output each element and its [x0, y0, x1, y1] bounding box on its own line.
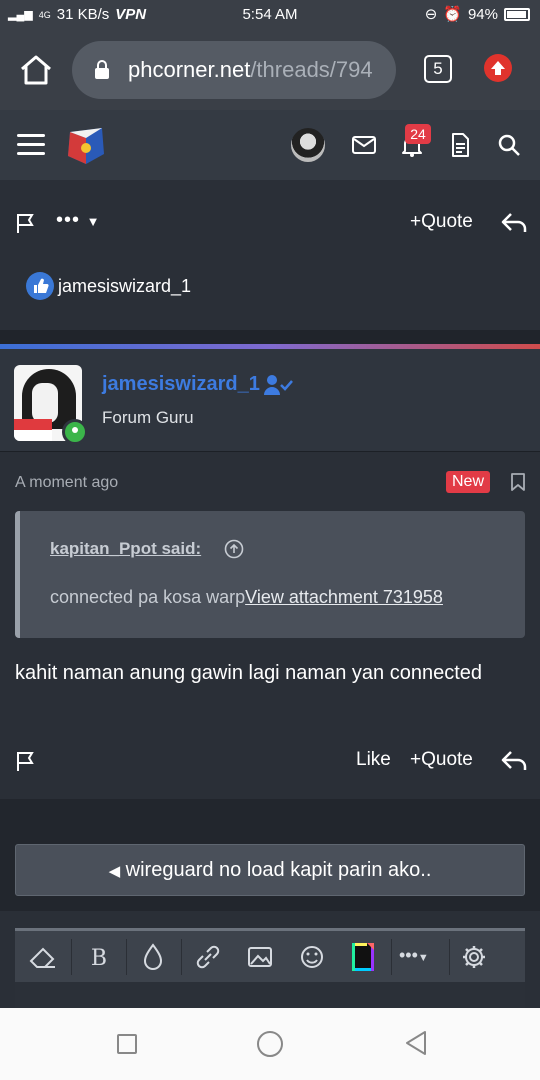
previous-post: ••• ▼ +Quote jamesiswizard_1: [0, 180, 540, 330]
menu-icon[interactable]: [17, 134, 45, 156]
quote-label: Quote: [421, 749, 473, 770]
eraser-icon[interactable]: [23, 939, 63, 975]
more-options-button[interactable]: ••• ▼: [56, 209, 100, 232]
user-avatar[interactable]: [291, 128, 325, 162]
flag-badge-icon: [14, 419, 52, 441]
quote-text: connected pa kosa warpView attachment 73…: [50, 587, 443, 608]
reply-editor-zone: B •••▼: [0, 911, 540, 1008]
giphy-icon[interactable]: [344, 939, 384, 975]
system-navigation-bar: [0, 1008, 540, 1080]
notification-badge: 24: [405, 124, 431, 144]
home-icon[interactable]: [18, 52, 54, 88]
address-bar[interactable]: phcorner.net/threads/794: [72, 41, 396, 99]
svg-text:B: B: [91, 946, 107, 971]
home-button-icon[interactable]: [257, 1031, 283, 1057]
reaction-summary[interactable]: jamesiswizard_1: [26, 272, 191, 300]
url-path: /threads/794: [250, 57, 373, 82]
lock-icon: [95, 60, 109, 79]
battery-percent: 94%: [467, 5, 498, 23]
settings-gear-icon[interactable]: [454, 939, 494, 975]
quote-button[interactable]: +Quote: [410, 749, 473, 771]
chevron-left-icon: ◀: [108, 863, 121, 880]
update-icon[interactable]: [484, 54, 512, 82]
inbox-icon[interactable]: [351, 132, 377, 158]
user-title: Forum Guru: [102, 408, 194, 427]
chevron-down-icon: ▼: [86, 214, 101, 229]
recent-apps-icon[interactable]: [117, 1034, 137, 1054]
status-right: ⊖ ⏰ 94%: [425, 5, 530, 23]
like-button[interactable]: Like: [356, 749, 391, 771]
post-timestamp[interactable]: A moment ago: [15, 474, 118, 492]
battery-icon: [504, 7, 530, 21]
vpn-lock-icon: ⊖: [424, 6, 438, 23]
post-actions: ••• ▼ +Quote: [0, 203, 540, 243]
plus-icon: +: [410, 211, 422, 232]
thread-navigation-zone: ◀ wireguard no load kapit parin ako..: [0, 799, 540, 911]
chevron-down-icon: ▼: [417, 952, 429, 964]
status-bar: ▂▄▆ 4G 31 KB/s VPN 5:54 AM ⊖ ⏰ 94%: [0, 0, 540, 30]
online-status-icon: [62, 419, 88, 445]
back-triangle-icon[interactable]: [404, 1030, 428, 1056]
more-formatting-button[interactable]: •••▼: [399, 939, 443, 975]
like-reaction-icon: [26, 272, 54, 300]
post-header: jamesiswizard_1 Forum Guru: [0, 349, 540, 452]
arrow-up-circle-icon[interactable]: [224, 539, 244, 559]
previous-thread-button[interactable]: ◀ wireguard no load kapit parin ako..: [15, 844, 525, 896]
quote-body: connected pa kosa warp: [50, 587, 246, 607]
quote-author-link[interactable]: kapitan_Ppot said:: [50, 539, 201, 559]
more-dots-icon: •••: [399, 945, 418, 965]
quote-label: Quote: [421, 211, 473, 232]
link-icon[interactable]: [188, 939, 228, 975]
reply-icon[interactable]: [500, 749, 528, 773]
search-icon[interactable]: [496, 132, 522, 158]
new-badge: New: [446, 471, 491, 493]
url-text[interactable]: phcorner.net/threads/794: [128, 57, 373, 83]
quote-block: kapitan_Ppot said: connected pa kosa war…: [15, 511, 525, 638]
post: jamesiswizard_1 Forum Guru A moment ago …: [0, 349, 540, 799]
tab-switcher-button[interactable]: 5: [424, 55, 452, 83]
reply-editor: B •••▼: [15, 928, 525, 1008]
browser-toolbar: phcorner.net/threads/794 5: [0, 30, 540, 110]
report-flag-icon[interactable]: [14, 211, 38, 235]
smiley-icon[interactable]: [292, 939, 332, 975]
user-check-icon: [264, 375, 293, 395]
post-username[interactable]: jamesiswizard_1: [102, 373, 260, 396]
text-color-icon[interactable]: [133, 939, 173, 975]
plus-icon: +: [410, 749, 422, 770]
quote-button[interactable]: +Quote: [410, 211, 473, 233]
reply-text-area[interactable]: [15, 982, 525, 1008]
attachment-link[interactable]: View attachment 731958: [245, 587, 443, 607]
report-flag-icon[interactable]: [14, 749, 38, 773]
document-icon[interactable]: [447, 132, 473, 158]
alarm-icon: ⏰: [443, 6, 462, 23]
image-icon[interactable]: [240, 939, 280, 975]
reactor-name: jamesiswizard_1: [58, 275, 192, 296]
site-navbar: [0, 110, 540, 180]
editor-toolbar: B •••▼: [15, 931, 525, 981]
bold-icon[interactable]: B: [79, 939, 119, 975]
site-logo[interactable]: [64, 124, 108, 166]
post-body: kahit naman anung gawin lagi naman yan c…: [15, 662, 482, 684]
url-domain: phcorner.net: [128, 57, 251, 82]
bookmark-icon[interactable]: [510, 473, 526, 491]
reply-icon[interactable]: [500, 211, 528, 235]
more-options-label: •••: [56, 209, 81, 231]
post-actions: Like +Quote: [0, 741, 540, 781]
previous-thread-label: wireguard no load kapit parin ako..: [125, 859, 432, 881]
